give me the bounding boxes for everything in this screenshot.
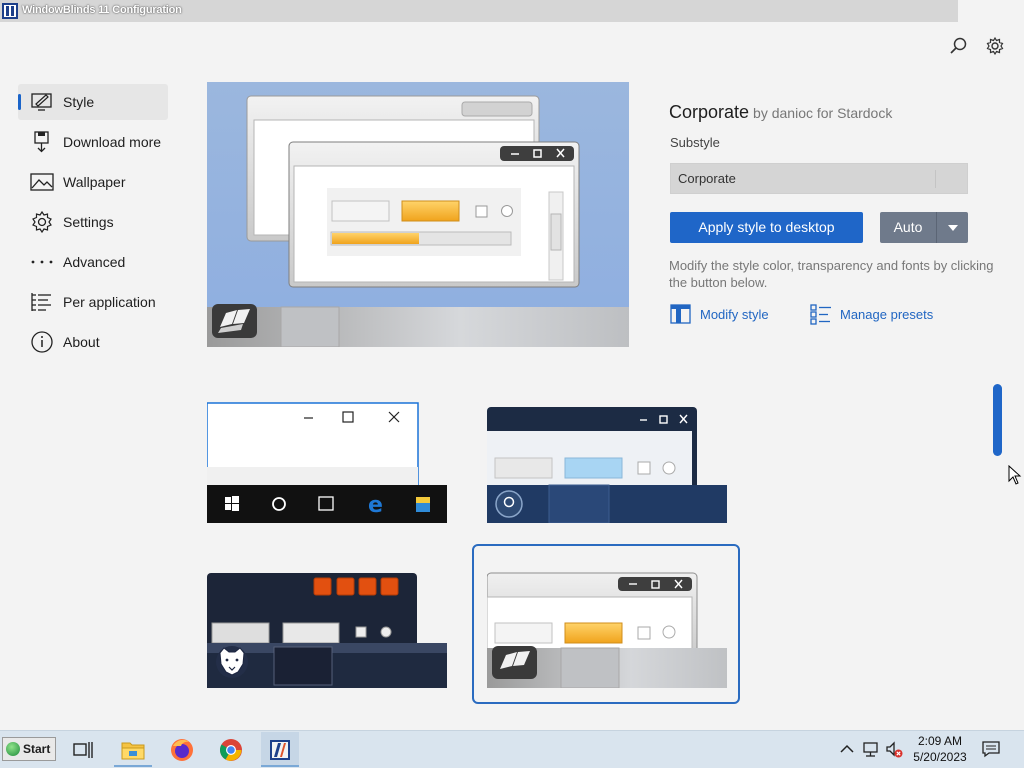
taskbar-clock[interactable]: 2:09 AM 5/20/2023 [908, 733, 972, 765]
start-orb-icon [6, 742, 20, 756]
style-preview-image [207, 82, 629, 347]
chevron-down-icon [947, 224, 958, 231]
search-icon[interactable] [948, 36, 968, 56]
gear-icon [32, 210, 52, 234]
style-description: Modify the style color, transparency and… [669, 258, 994, 290]
running-indicator [261, 765, 299, 767]
manage-presets-label: Manage presets [840, 306, 934, 322]
active-indicator [18, 94, 21, 110]
taskbar-firefox[interactable] [163, 732, 201, 767]
sidebar-item-label: Per application [63, 294, 156, 310]
taskbar: Start 2:09 AM 5/20/2023 [0, 730, 1024, 768]
gear-icon[interactable] [985, 36, 1005, 56]
sidebar-item-label: Download more [63, 134, 162, 150]
start-button[interactable]: Start [2, 737, 56, 761]
auto-split-button: Auto [880, 212, 968, 243]
clock-time: 2:09 AM [917, 734, 963, 748]
substyle-select[interactable]: Corporate [670, 163, 968, 194]
thumbnail-dark-blue[interactable] [487, 397, 727, 523]
modify-style-link[interactable]: Modify style [670, 302, 769, 326]
manage-presets-link[interactable]: Manage presets [810, 302, 933, 326]
modify-style-icon [670, 304, 691, 324]
firefox-icon [171, 738, 193, 761]
auto-button[interactable]: Auto [880, 212, 936, 243]
svg-text:e: e [368, 493, 383, 518]
presets-list-icon [810, 304, 831, 325]
image-icon [30, 173, 54, 191]
window-title: WindowBlinds 11 Configuration [22, 4, 182, 16]
taskbar-chrome[interactable] [212, 732, 250, 767]
running-indicator [114, 765, 152, 767]
sidebar-item-settings[interactable]: Settings [18, 204, 168, 240]
scrollbar-thumb[interactable] [993, 384, 1002, 456]
ellipsis-icon [31, 260, 53, 264]
sidebar-item-label: Settings [63, 214, 114, 230]
clock-date: 5/20/2023 [913, 750, 967, 764]
thumbnail-bears[interactable] [207, 565, 447, 688]
taskbar-task-view[interactable] [64, 732, 102, 767]
volume-muted-icon[interactable] [885, 740, 903, 758]
auto-dropdown-button[interactable] [937, 212, 968, 243]
sidebar-item-about[interactable]: About [18, 324, 168, 360]
file-explorer-icon [121, 742, 145, 759]
chrome-icon [220, 738, 242, 761]
sidebar-item-label: About [63, 334, 100, 350]
taskbar-windowblinds[interactable] [261, 732, 299, 767]
task-view-icon [73, 741, 93, 758]
sidebar-item-wallpaper[interactable]: Wallpaper [18, 164, 168, 200]
windowblinds-icon [270, 739, 290, 760]
selected-thumbnail-border [472, 544, 740, 704]
chevron-up-icon[interactable] [838, 740, 856, 758]
info-icon [31, 331, 53, 353]
apply-style-button[interactable]: Apply style to desktop [670, 212, 863, 243]
sidebar-item-label: Advanced [63, 254, 126, 270]
select-separator [935, 170, 936, 188]
sidebar-item-style[interactable]: Style [18, 84, 168, 120]
network-icon[interactable] [862, 740, 880, 758]
taskbar-file-explorer[interactable] [114, 732, 152, 767]
download-icon [34, 131, 49, 153]
start-label: Start [23, 742, 51, 756]
windowblinds-app-icon [2, 3, 18, 19]
sidebar-item-per-application[interactable]: Per application [18, 284, 168, 320]
sidebar-item-label: Wallpaper [63, 174, 126, 190]
substyle-value: Corporate [678, 171, 736, 186]
list-icon [31, 293, 51, 311]
style-name: Corporate [669, 102, 750, 122]
sidebar-item-label: Style [63, 94, 95, 110]
style-title: Corporate by danioc for Stardock [669, 102, 892, 123]
action-center-icon[interactable] [982, 740, 1000, 758]
window-titlebar: WindowBlinds 11 Configuration [0, 0, 958, 22]
sidebar-item-advanced[interactable]: Advanced [18, 244, 168, 280]
style-author: by danioc for Stardock [753, 105, 893, 121]
sidebar-item-download-more[interactable]: Download more [18, 124, 168, 160]
mouse-cursor-icon [1008, 465, 1022, 485]
modify-style-label: Modify style [700, 306, 769, 322]
sidebar-nav: Style Download more Wallpaper Settings A… [18, 84, 168, 364]
thumbnail-windows10[interactable]: e [207, 397, 447, 523]
style-pen-icon [31, 93, 52, 111]
substyle-label: Substyle [670, 135, 720, 150]
